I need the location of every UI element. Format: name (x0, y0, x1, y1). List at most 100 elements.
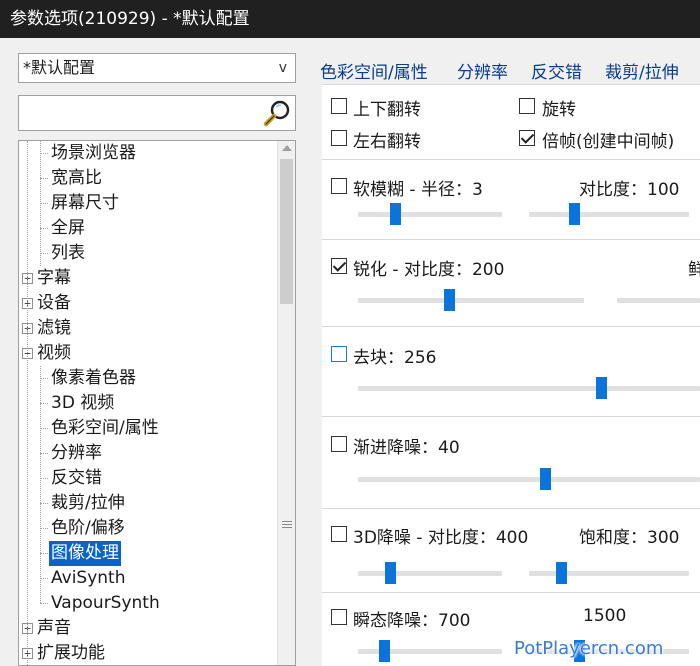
denoise-3d-checkbox[interactable] (331, 526, 347, 542)
scroll-up-arrow-icon[interactable] (282, 145, 292, 151)
soft-blur-contrast-slider[interactable] (529, 203, 689, 225)
flip-vertical-checkbox[interactable] (331, 98, 347, 114)
tree-connector (40, 553, 48, 554)
tree-connector (40, 153, 48, 154)
tab-color-space[interactable]: 色彩空间/属性 (320, 58, 428, 83)
search-icon[interactable] (261, 98, 293, 128)
sharpen-secondary-track[interactable] (617, 298, 700, 303)
tree-item[interactable]: 列表 (49, 241, 87, 266)
tree-connector (27, 141, 28, 665)
left-pane: *默认配置 v 场景浏览器 宽高比 屏幕尺寸 全屏 列表 字幕 + 设备 + 滤镜 + 视频 − 像素着色… (0, 38, 310, 666)
slider-track[interactable] (529, 212, 689, 217)
scroll-thumb[interactable] (280, 159, 293, 304)
tab-crop-stretch[interactable]: 裁剪/拉伸 (605, 58, 679, 83)
tree-item[interactable]: 色彩空间/属性 (49, 416, 161, 441)
tree-category[interactable]: 设备 (35, 291, 73, 316)
tree-item[interactable]: 分辨率 (49, 441, 104, 466)
profile-dropdown[interactable]: *默认配置 v (18, 53, 296, 83)
tree-item[interactable]: 图像处理 (49, 541, 121, 566)
tree-item[interactable]: 屏幕尺寸 (49, 191, 121, 216)
rotate-checkbox[interactable] (519, 98, 535, 114)
tree-item[interactable]: 全屏 (49, 216, 87, 241)
tree-connector (40, 403, 48, 404)
temporal-denoise-checkbox[interactable] (331, 609, 347, 625)
denoise-3d-saturation-slider[interactable] (529, 562, 689, 584)
window-title: 参数选项(210929) - *默认配置 (0, 0, 700, 38)
tree-category[interactable]: 滤镜 (35, 316, 73, 341)
temporal-denoise-label: 瞬态降噪：700 (353, 611, 471, 631)
tree-connector (40, 503, 48, 504)
separator (322, 326, 700, 327)
soft-blur-label: 软模糊 - 半径：3 (353, 180, 483, 200)
search-input[interactable] (23, 100, 253, 126)
sharpen-checkbox[interactable] (331, 258, 347, 274)
tree-connector (40, 203, 48, 204)
slider-thumb[interactable] (385, 562, 396, 584)
tree-connector (40, 428, 48, 429)
right-pane: 色彩空间/属性 分辨率 反交错 裁剪/拉伸 上下翻转 旋转 左右翻转 倍帧(创建… (310, 38, 700, 666)
tree-item[interactable]: 宽高比 (49, 166, 104, 191)
slider-track[interactable] (358, 298, 584, 303)
slider-track[interactable] (358, 212, 502, 217)
temporal-denoise-slider[interactable] (358, 640, 502, 662)
tree-category[interactable]: 扩展功能 (35, 641, 107, 665)
tree-connector (40, 603, 48, 604)
tab-deinterlace[interactable]: 反交错 (531, 58, 582, 83)
denoise-3d-saturation-label: 饱和度：300 (579, 528, 680, 548)
tree-category[interactable]: 字幕 (35, 266, 73, 291)
double-frame-checkbox[interactable] (519, 130, 535, 146)
tree-category[interactable]: 视频 (35, 341, 73, 366)
settings-tree[interactable]: 场景浏览器 宽高比 屏幕尺寸 全屏 列表 字幕 + 设备 + 滤镜 + 视频 − 像素着色器 3D 视频 色彩… (18, 140, 296, 666)
deblock-checkbox[interactable] (331, 346, 347, 362)
deblock-slider[interactable] (358, 377, 700, 399)
flip-horizontal-label: 左右翻转 (353, 132, 421, 152)
sharpen-contrast-slider[interactable] (358, 289, 584, 311)
tree-connector (40, 453, 48, 454)
separator (322, 592, 700, 593)
search-field[interactable] (18, 95, 296, 131)
slider-track[interactable] (358, 477, 700, 482)
slider-thumb[interactable] (556, 562, 567, 584)
double-frame-label: 倍帧(创建中间帧) (542, 132, 675, 152)
tree-item[interactable]: AviSynth (49, 566, 127, 591)
slider-track[interactable] (358, 571, 502, 576)
slider-thumb[interactable] (540, 468, 551, 490)
watermark: PotPlayercn.com (514, 638, 664, 659)
tree-category[interactable]: 声音 (35, 616, 73, 641)
image-processing-panel: 上下翻转 旋转 左右翻转 倍帧(创建中间帧) 软模糊 - 半径：3 对比度：10… (322, 84, 700, 666)
slider-track[interactable] (358, 386, 700, 391)
tree-connector (40, 378, 48, 379)
progressive-denoise-label: 渐进降噪：40 (353, 438, 460, 458)
soft-blur-contrast-label: 对比度：100 (579, 180, 680, 200)
separator (322, 508, 700, 509)
soft-blur-radius-slider[interactable] (358, 203, 502, 225)
tab-resolution[interactable]: 分辨率 (457, 58, 508, 83)
rotate-label: 旋转 (542, 100, 576, 120)
temporal-denoise-value-label: 1500 (583, 606, 627, 626)
tree-connector (40, 228, 48, 229)
tree-connector (40, 366, 41, 603)
soft-blur-checkbox[interactable] (331, 178, 347, 194)
tree-item[interactable]: VapourSynth (49, 591, 162, 616)
denoise-3d-contrast-slider[interactable] (358, 562, 502, 584)
slider-thumb[interactable] (390, 203, 401, 225)
scroll-grip-icon (282, 521, 292, 528)
profile-dropdown-value: *默认配置 (23, 58, 96, 77)
progressive-denoise-slider[interactable] (358, 468, 700, 490)
progressive-denoise-checkbox[interactable] (331, 436, 347, 452)
tree-item[interactable]: 色阶/偏移 (49, 516, 127, 541)
slider-thumb[interactable] (444, 289, 455, 311)
tree-item[interactable]: 裁剪/拉伸 (49, 491, 127, 516)
slider-track[interactable] (529, 571, 689, 576)
tree-connector (40, 141, 41, 266)
tree-item[interactable]: 反交错 (49, 466, 104, 491)
tree-scrollbar[interactable] (277, 141, 295, 665)
flip-horizontal-checkbox[interactable] (331, 130, 347, 146)
tree-item[interactable]: 3D 视频 (49, 391, 116, 416)
tree-item[interactable]: 场景浏览器 (49, 141, 138, 166)
tree-item[interactable]: 像素着色器 (49, 366, 138, 391)
slider-thumb[interactable] (379, 640, 390, 662)
slider-thumb[interactable] (569, 203, 580, 225)
slider-thumb[interactable] (596, 377, 607, 399)
chevron-down-icon: v (278, 60, 287, 76)
